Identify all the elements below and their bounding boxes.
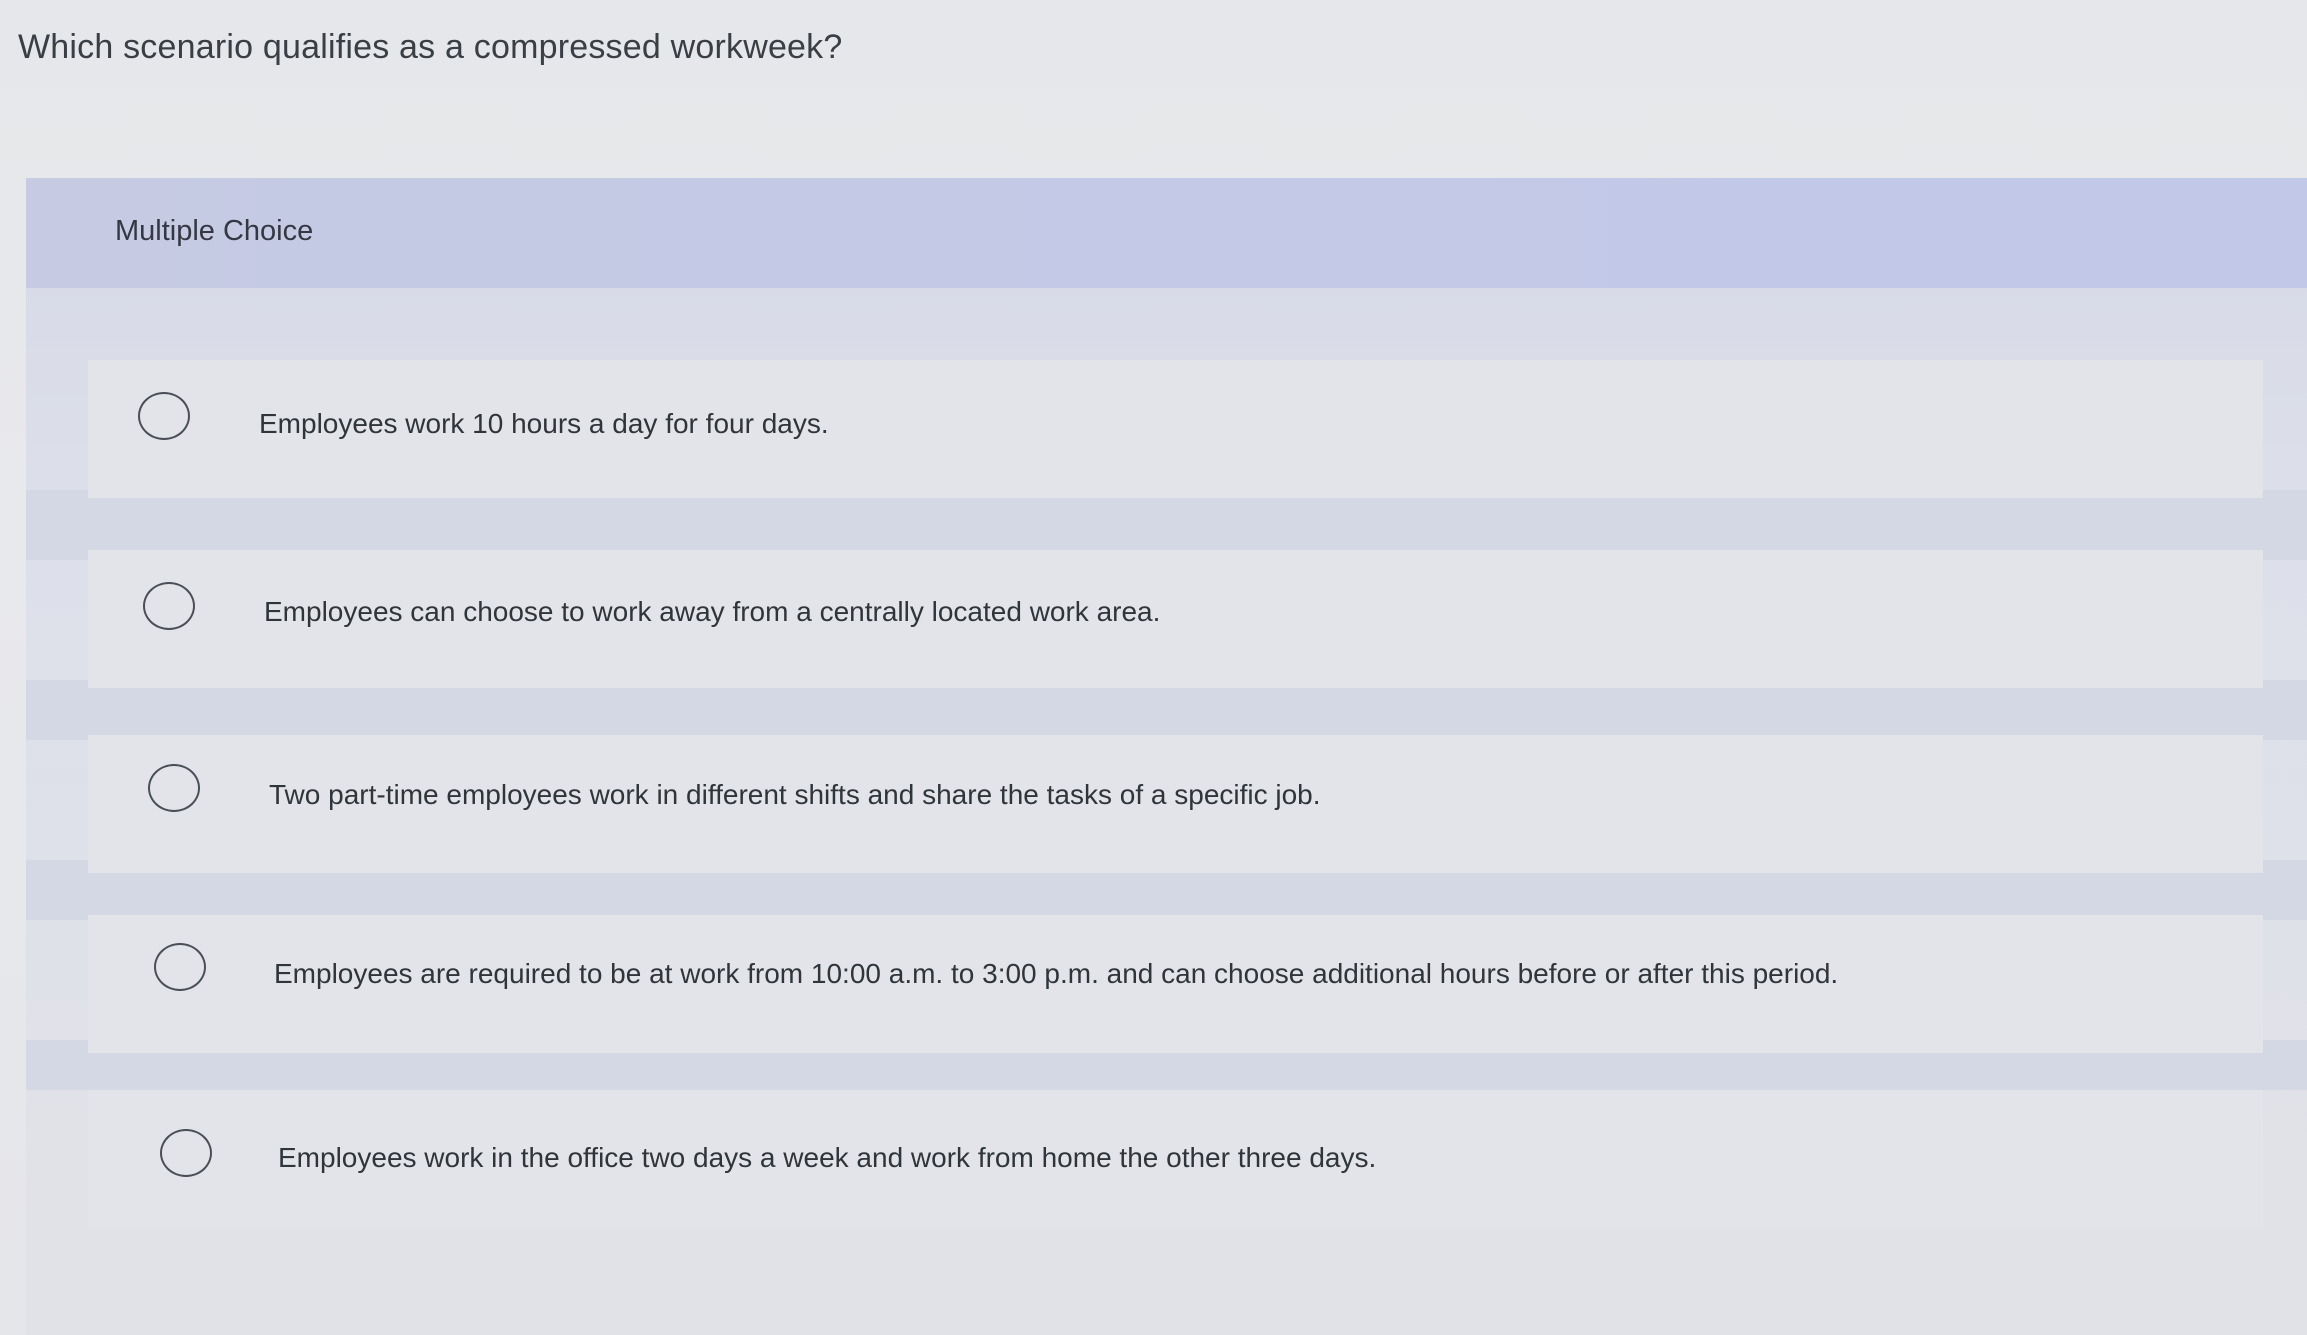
separator-band — [26, 680, 2307, 740]
radio-button-icon[interactable] — [143, 582, 195, 630]
answer-option-label: Employees are required to be at work fro… — [274, 958, 1839, 989]
answer-option-3[interactable]: Two part-time employees work in differen… — [88, 735, 2263, 873]
radio-button-icon[interactable] — [138, 392, 190, 440]
answer-option-label: Employees can choose to work away from a… — [264, 596, 1161, 627]
multiple-choice-header — [26, 178, 2307, 288]
answer-option-2[interactable]: Employees can choose to work away from a… — [88, 550, 2263, 688]
radio-button-icon[interactable] — [154, 943, 206, 991]
answer-option-label: Employees work 10 hours a day for four d… — [259, 408, 829, 439]
radio-button-icon[interactable] — [160, 1129, 212, 1177]
answer-option-4[interactable]: Employees are required to be at work fro… — [88, 915, 2263, 1053]
multiple-choice-label: Multiple Choice — [115, 215, 314, 247]
answer-option-label: Two part-time employees work in differen… — [269, 779, 1321, 810]
answer-option-label: Employees work in the office two days a … — [278, 1142, 1377, 1173]
answer-option-1[interactable]: Employees work 10 hours a day for four d… — [88, 360, 2263, 498]
answer-option-5[interactable]: Employees work in the office two days a … — [88, 1090, 2263, 1228]
radio-button-icon[interactable] — [148, 764, 200, 812]
question-text: Which scenario qualifies as a compressed… — [18, 28, 843, 66]
